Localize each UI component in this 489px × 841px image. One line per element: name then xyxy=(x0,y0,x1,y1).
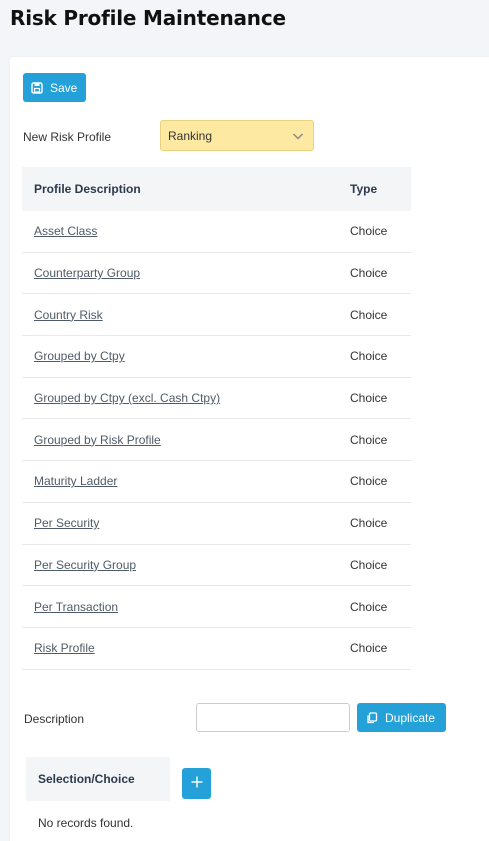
profile-description-cell: Per Transaction xyxy=(22,600,350,614)
profile-description-cell: Counterparty Group xyxy=(22,266,350,280)
copy-icon xyxy=(366,711,378,724)
table-row: Per Security Group Choice xyxy=(22,545,411,587)
profile-description-link[interactable]: Grouped by Risk Profile xyxy=(34,433,161,447)
duplicate-button[interactable]: Duplicate xyxy=(357,703,446,732)
profile-type-cell: Choice xyxy=(350,349,388,364)
table-row: Per Security Choice xyxy=(22,503,411,545)
add-selection-button[interactable] xyxy=(182,768,211,799)
column-header-type: Type xyxy=(350,182,378,196)
chevron-down-icon xyxy=(292,130,304,145)
selection-choice-header: Selection/Choice xyxy=(26,757,170,801)
table-row: Grouped by Ctpy (excl. Cash Ctpy) Choice xyxy=(22,378,411,420)
profile-type-cell: Choice xyxy=(350,432,388,447)
column-header-profile-description: Profile Description xyxy=(34,182,141,196)
new-risk-profile-select[interactable]: Ranking xyxy=(160,120,314,151)
description-label: Description xyxy=(24,712,85,726)
table-row: Risk Profile Choice xyxy=(22,628,411,670)
profile-description-cell: Country Risk xyxy=(22,308,350,322)
profile-description-cell: Grouped by Ctpy xyxy=(22,349,350,363)
profile-type-cell: Choice xyxy=(350,391,388,406)
save-button[interactable]: Save xyxy=(23,73,86,102)
table-row: Grouped by Risk Profile Choice xyxy=(22,419,411,462)
profile-description-link[interactable]: Country Risk xyxy=(34,308,103,322)
profile-type-cell: Choice xyxy=(350,516,388,531)
new-risk-profile-label: New Risk Profile xyxy=(23,130,112,144)
table-body: Asset Class Choice Counterparty Group Choic… xyxy=(22,211,411,670)
description-input[interactable] xyxy=(196,703,350,732)
profile-type-cell: Choice xyxy=(350,224,388,239)
new-risk-profile-value: Ranking xyxy=(168,128,213,143)
profile-description-link[interactable]: Risk Profile xyxy=(34,641,95,655)
profile-description-link[interactable]: Counterparty Group xyxy=(34,266,140,280)
profile-description-cell: Per Security xyxy=(22,516,350,530)
main-card: Save New Risk Profile Ranking Profile De… xyxy=(10,57,489,841)
table-row: Per Transaction Choice xyxy=(22,586,411,628)
profile-description-link[interactable]: Grouped by Ctpy (excl. Cash Ctpy) xyxy=(34,391,220,405)
floppy-disk-icon xyxy=(31,81,43,94)
table-row: Maturity Ladder Choice xyxy=(22,461,411,503)
profile-description-link[interactable]: Grouped by Ctpy xyxy=(34,349,125,363)
profile-type-cell: Choice xyxy=(350,307,388,322)
table-row: Country Risk Choice xyxy=(22,294,411,337)
empty-state-text: No records found. xyxy=(38,816,134,830)
profile-type-cell: Choice xyxy=(350,474,388,489)
profile-description-cell: Per Security Group xyxy=(22,558,350,572)
risk-profiles-table: Profile Description Type Asset Class Choi… xyxy=(22,167,411,670)
table-row: Counterparty Group Choice xyxy=(22,253,411,295)
table-row: Asset Class Choice xyxy=(22,211,411,253)
profile-description-link[interactable]: Per Transaction xyxy=(34,600,118,614)
profile-description-link[interactable]: Per Security Group xyxy=(34,558,136,572)
table-row: Grouped by Ctpy Choice xyxy=(22,336,411,378)
profile-description-cell: Grouped by Ctpy (excl. Cash Ctpy) xyxy=(22,391,350,405)
plus-icon xyxy=(191,775,203,793)
page-title: Risk Profile Maintenance xyxy=(10,6,286,30)
profile-description-link[interactable]: Maturity Ladder xyxy=(34,474,117,488)
profile-description-link[interactable]: Asset Class xyxy=(34,224,97,238)
profile-description-cell: Maturity Ladder xyxy=(22,474,350,488)
duplicate-button-label: Duplicate xyxy=(385,710,436,725)
profile-type-cell: Choice xyxy=(350,266,388,281)
profile-description-link[interactable]: Per Security xyxy=(34,516,99,530)
table-header: Profile Description Type xyxy=(22,167,411,211)
save-button-label: Save xyxy=(50,80,78,95)
profile-description-cell: Risk Profile xyxy=(22,641,350,655)
profile-description-cell: Grouped by Risk Profile xyxy=(22,433,350,447)
profile-description-cell: Asset Class xyxy=(22,224,350,238)
profile-type-cell: Choice xyxy=(350,599,388,614)
profile-type-cell: Choice xyxy=(350,641,388,656)
profile-type-cell: Choice xyxy=(350,557,388,572)
